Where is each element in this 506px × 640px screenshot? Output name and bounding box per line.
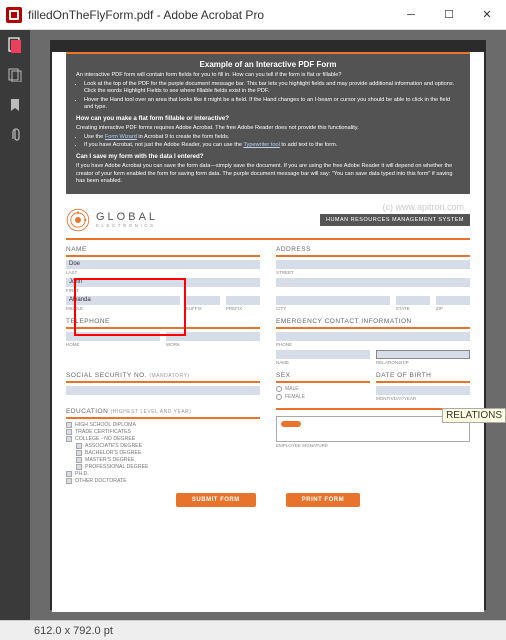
suffix-field[interactable] <box>186 296 220 305</box>
header-intro: An interactive PDF form will contain for… <box>76 72 460 80</box>
phd-checkbox[interactable] <box>66 471 72 477</box>
info-header: Example of an Interactive PDF Form An in… <box>66 52 470 194</box>
header-text: Creating interactive PDF forms requires … <box>76 125 460 133</box>
window-title: filledOnTheFlyForm.pdf - Adobe Acrobat P… <box>28 8 392 22</box>
bach-checkbox[interactable] <box>76 450 82 456</box>
section-emergency: EMERGENCY CONTACT INFORMATION <box>276 318 470 329</box>
form-wizard-link[interactable]: Form Wizard <box>105 134 137 140</box>
header-bullet: Hover the Hand tool over an area that lo… <box>84 97 460 112</box>
header-question: Can I save my form with the data I enter… <box>76 153 460 161</box>
section-name: NAME <box>66 246 260 257</box>
male-radio[interactable] <box>276 386 282 392</box>
work-phone-field[interactable] <box>166 332 260 341</box>
relationship-field[interactable] <box>376 350 470 359</box>
brand-sub: ELECTRONICS <box>96 223 314 228</box>
divider <box>276 408 470 410</box>
section-education: EDUCATION (HIGHEST LEVEL AND YEAR) <box>66 408 260 419</box>
state-field[interactable] <box>396 296 430 305</box>
trade-checkbox[interactable] <box>66 429 72 435</box>
female-radio[interactable] <box>276 394 282 400</box>
prof-checkbox[interactable] <box>76 464 82 470</box>
middle-name-field[interactable]: Alvanda <box>66 296 180 305</box>
dob-field[interactable] <box>376 386 470 395</box>
emergency-name-field[interactable] <box>276 350 370 359</box>
divider <box>66 238 470 240</box>
last-name-field[interactable]: Doe <box>66 260 260 269</box>
home-phone-field[interactable] <box>66 332 160 341</box>
pdf-page: Example of an Interactive PDF Form An in… <box>52 52 484 612</box>
header-question: How can you make a flat form fillable or… <box>76 115 460 123</box>
section-ssn: SOCIAL SECURITY NO. (MANDATORY) <box>66 372 260 383</box>
section-sex: SEX <box>276 372 370 383</box>
attachments-icon[interactable] <box>6 126 24 144</box>
first-name-field[interactable]: John <box>66 278 260 287</box>
prefix-field[interactable] <box>226 296 260 305</box>
submit-button[interactable]: SUBMIT FORM <box>176 493 256 507</box>
bookmarks-icon[interactable] <box>6 96 24 114</box>
pages-icon[interactable] <box>6 66 24 84</box>
system-tag: HUMAN RESOURCES MANAGEMENT SYSTEM <box>320 214 470 226</box>
header-bullet: If you have Acrobat, not just the Adobe … <box>84 142 460 150</box>
city-field[interactable] <box>276 296 390 305</box>
maximize-button[interactable]: ☐ <box>430 1 468 29</box>
street2-field[interactable] <box>276 278 470 287</box>
zip-field[interactable] <box>436 296 470 305</box>
thumbnails-icon[interactable] <box>6 36 24 54</box>
company-logo-icon <box>66 208 90 232</box>
section-telephone: TELEPHONE <box>66 318 260 329</box>
tooltip: RELATIONS <box>442 408 506 423</box>
header-bullet: Use the Form Wizard in Acrobat 9 to crea… <box>84 134 460 142</box>
window-titlebar: filledOnTheFlyForm.pdf - Adobe Acrobat P… <box>0 0 506 30</box>
close-button[interactable]: ✕ <box>468 1 506 29</box>
college-checkbox[interactable] <box>66 436 72 442</box>
typewriter-link[interactable]: Typewriter tool <box>243 142 279 148</box>
minimize-button[interactable]: ─ <box>392 1 430 29</box>
street-field[interactable] <box>276 260 470 269</box>
nav-rail <box>0 30 30 620</box>
header-bullet: Look at the top of the PDF for the purpl… <box>84 81 460 96</box>
section-address: ADDRESS <box>276 246 470 257</box>
document-viewport[interactable]: Example of an Interactive PDF Form An in… <box>30 30 506 620</box>
hs-checkbox[interactable] <box>66 422 72 428</box>
section-dob: DATE OF BIRTH <box>376 372 470 383</box>
field-label: FIRST <box>66 288 260 293</box>
app-icon <box>6 7 22 23</box>
status-bar: 612.0 x 792.0 pt <box>0 620 506 640</box>
signature-field[interactable] <box>276 416 470 442</box>
page-dimensions: 612.0 x 792.0 pt <box>34 625 113 637</box>
print-button[interactable]: PRINT FORM <box>286 493 360 507</box>
mast-checkbox[interactable] <box>76 457 82 463</box>
assoc-checkbox[interactable] <box>76 443 82 449</box>
brand-name: GLOBAL <box>96 211 314 223</box>
watermark: (c) www.apitron.com <box>382 202 464 212</box>
ssn-field[interactable] <box>66 386 260 395</box>
emergency-phone-field[interactable] <box>276 332 470 341</box>
other-checkbox[interactable] <box>66 478 72 484</box>
field-label: LAST <box>66 270 260 275</box>
header-title: Example of an Interactive PDF Form <box>76 60 460 69</box>
header-text: If you have Adobe Acrobat you can save t… <box>76 163 460 186</box>
signature-mark-icon <box>281 421 301 427</box>
